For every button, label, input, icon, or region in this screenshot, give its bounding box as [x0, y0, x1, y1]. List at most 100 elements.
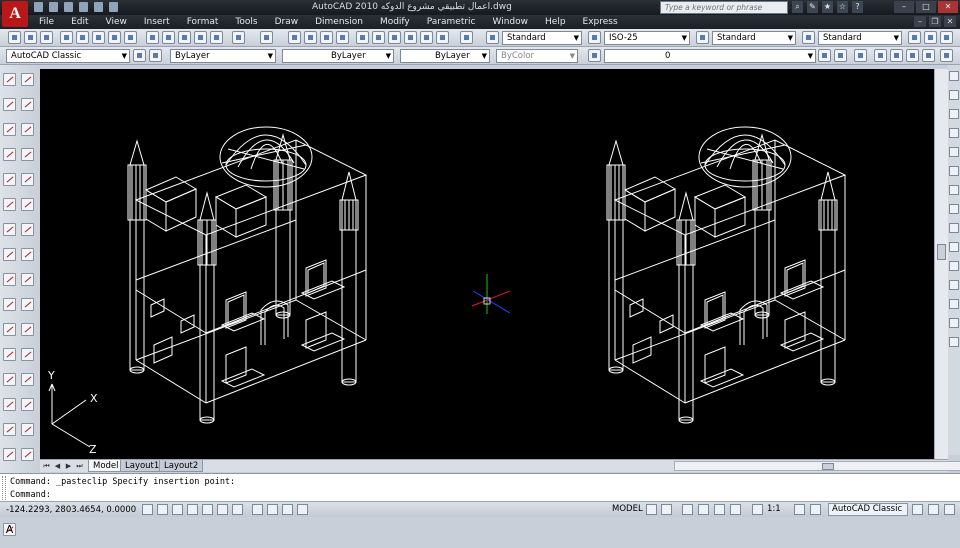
- pan-icon[interactable]: [288, 31, 301, 44]
- dimension-aligned-icon[interactable]: [949, 90, 959, 100]
- new-icon[interactable]: [34, 2, 43, 12]
- horizontal-scrollbar[interactable]: [674, 461, 960, 471]
- join-icon[interactable]: [21, 373, 34, 386]
- publish-icon[interactable]: [92, 31, 105, 44]
- dimension-radius-icon[interactable]: [949, 147, 959, 157]
- customize-icon[interactable]: [149, 49, 162, 62]
- command-grip[interactable]: [2, 476, 6, 500]
- menu-view[interactable]: View: [106, 16, 136, 28]
- explode-icon[interactable]: [21, 448, 34, 461]
- undo-icon[interactable]: [79, 2, 88, 12]
- construction-line-icon[interactable]: [3, 98, 16, 111]
- hatch-icon[interactable]: [3, 423, 16, 436]
- zoom-realtime-icon[interactable]: [304, 31, 317, 44]
- polyline-icon[interactable]: [3, 123, 16, 136]
- copy-icon[interactable]: [162, 31, 175, 44]
- zoom-status-icon[interactable]: [698, 504, 709, 515]
- workspace-settings-icon[interactable]: [133, 49, 146, 62]
- command-prompt[interactable]: Command:: [10, 490, 51, 500]
- multileader-style-dropdown[interactable]: Standard ▼: [818, 31, 902, 45]
- multileader-add-icon[interactable]: [924, 31, 937, 44]
- arc-icon[interactable]: [3, 198, 16, 211]
- tab-model[interactable]: Model: [88, 460, 124, 472]
- dimension-ordinate-icon[interactable]: [949, 128, 959, 138]
- vertical-scroll-thumb[interactable]: [937, 244, 946, 260]
- building-model-right[interactable]: [606, 126, 846, 424]
- menu-tools[interactable]: Tools: [235, 16, 266, 28]
- plot-icon[interactable]: [109, 2, 118, 12]
- multileader-style-icon[interactable]: [802, 31, 815, 44]
- clean-screen-icon[interactable]: [944, 504, 955, 515]
- dimension-diameter-icon[interactable]: [949, 185, 959, 195]
- doc-minimize-icon[interactable]: –: [914, 16, 926, 27]
- tab-layout2[interactable]: Layout2: [159, 460, 204, 472]
- lineweight-dropdown[interactable]: ByLayer ▼: [400, 49, 490, 63]
- 3d-object-snap-icon[interactable]: [217, 504, 228, 515]
- table-style-icon[interactable]: [696, 31, 709, 44]
- array-icon[interactable]: [21, 173, 34, 186]
- table-style-dropdown[interactable]: Standard ▼: [712, 31, 796, 45]
- menu-help[interactable]: Help: [545, 16, 575, 28]
- layer-properties-icon[interactable]: [588, 49, 601, 62]
- object-snap-icon[interactable]: [202, 504, 213, 515]
- locate-point-icon[interactable]: [940, 49, 953, 62]
- make-block-icon[interactable]: [3, 373, 16, 386]
- maximize-icon[interactable]: □: [916, 1, 936, 13]
- text-style-icon[interactable]: [486, 31, 499, 44]
- dim-style-icon[interactable]: [588, 31, 601, 44]
- snap-mode-icon[interactable]: [142, 504, 153, 515]
- coordinates-readout[interactable]: -124.2293, 2803.4654, 0.0000: [6, 505, 136, 515]
- command-line[interactable]: Command: _pasteclip Specify insertion po…: [0, 473, 960, 501]
- dimension-update-icon[interactable]: [949, 337, 959, 347]
- dimension-baseline-icon[interactable]: [949, 242, 959, 252]
- layer-dropdown[interactable]: 0 ▼: [604, 49, 816, 63]
- allow-dynamic-ucs-icon[interactable]: [252, 504, 263, 515]
- dimension-edit-icon[interactable]: [949, 318, 959, 328]
- search-input[interactable]: Type a keyword or phrase: [660, 1, 788, 14]
- quickcalc-icon[interactable]: [436, 31, 449, 44]
- layer-previous-icon[interactable]: [834, 49, 847, 62]
- lock-icon[interactable]: [912, 504, 923, 515]
- lineweight-display-icon[interactable]: [282, 504, 293, 515]
- sheet-set-icon[interactable]: [404, 31, 417, 44]
- steering-wheel-icon[interactable]: [714, 504, 725, 515]
- make-current-layer-icon[interactable]: [818, 49, 831, 62]
- save-icon[interactable]: [64, 2, 73, 12]
- line-icon[interactable]: [3, 73, 16, 86]
- menu-edit[interactable]: Edit: [71, 16, 97, 28]
- help-icon[interactable]: ?: [852, 1, 863, 13]
- dimension-linear-icon[interactable]: [949, 71, 959, 81]
- match-properties-icon[interactable]: [194, 31, 207, 44]
- dimension-angular-icon[interactable]: [949, 204, 959, 214]
- spline-icon[interactable]: [3, 273, 16, 286]
- point-icon[interactable]: [3, 398, 16, 411]
- ellipse-arc-icon[interactable]: [3, 323, 16, 336]
- undo-tb-icon[interactable]: [232, 31, 245, 44]
- redo-icon[interactable]: [94, 2, 103, 12]
- quick-view-drawings-icon[interactable]: [661, 504, 672, 515]
- multileader-icon[interactable]: [908, 31, 921, 44]
- favorites-icon[interactable]: ☆: [837, 1, 848, 13]
- building-model-left[interactable]: [127, 126, 367, 424]
- annotation-visibility-icon[interactable]: [794, 504, 805, 515]
- open-file-icon[interactable]: [24, 31, 37, 44]
- tolerance-icon[interactable]: [949, 280, 959, 290]
- fillet-icon[interactable]: [21, 423, 34, 436]
- insert-block-icon[interactable]: [3, 348, 16, 361]
- area-icon[interactable]: [890, 49, 903, 62]
- pan-status-icon[interactable]: [682, 504, 693, 515]
- ellipse-icon[interactable]: [3, 298, 16, 311]
- plotstyle-dropdown[interactable]: ByColor ▼: [496, 49, 578, 63]
- menu-insert[interactable]: Insert: [144, 16, 179, 28]
- menu-modify[interactable]: Modify: [380, 16, 419, 28]
- circle-icon[interactable]: [3, 223, 16, 236]
- last-tab-icon[interactable]: ⏭: [75, 461, 84, 471]
- region-icon[interactable]: [906, 49, 919, 62]
- design-center-icon[interactable]: [372, 31, 385, 44]
- markup-icon[interactable]: [420, 31, 433, 44]
- rectangle-icon[interactable]: [3, 173, 16, 186]
- open-icon[interactable]: [49, 2, 58, 12]
- ortho-mode-icon[interactable]: [172, 504, 183, 515]
- 3dprint-icon[interactable]: [108, 31, 121, 44]
- save-file-icon[interactable]: [40, 31, 53, 44]
